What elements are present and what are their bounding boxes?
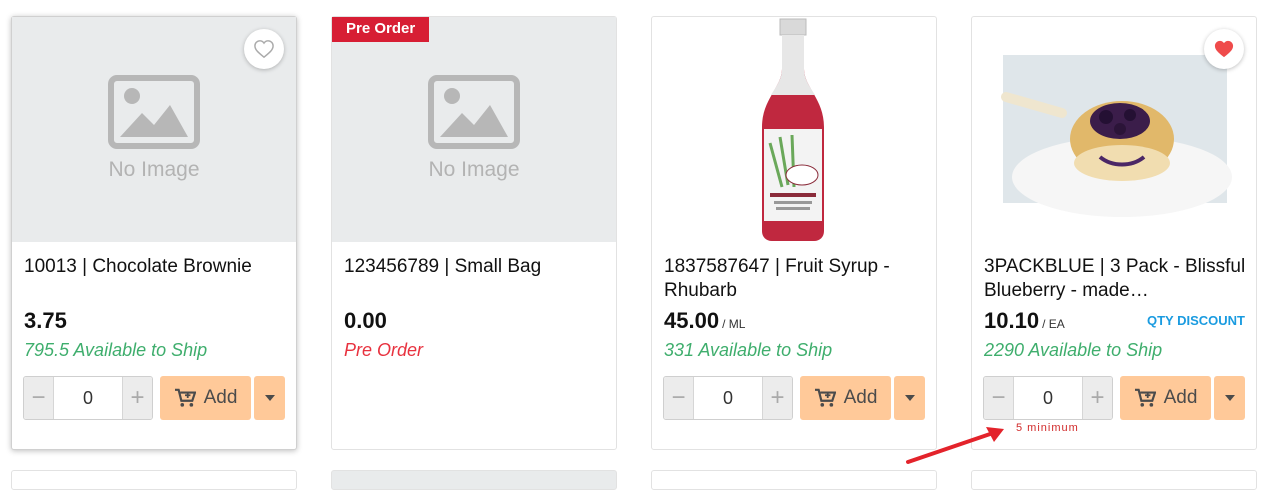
product-title[interactable]: 10013 | Chocolate Brownie: [24, 255, 286, 279]
add-options-dropdown[interactable]: [254, 376, 285, 420]
product-title[interactable]: 123456789 | Small Bag: [344, 255, 606, 279]
quantity-input[interactable]: [693, 377, 763, 419]
caret-down-icon: [1224, 395, 1235, 401]
product-card[interactable]: No Image Pre Order 123456789 | Small Bag…: [331, 16, 617, 450]
quantity-input[interactable]: [1013, 377, 1083, 419]
decrement-button[interactable]: −: [664, 377, 693, 419]
caret-down-icon: [904, 395, 915, 401]
stock-status: 331 Available to Ship: [664, 340, 833, 360]
image-icon: [428, 75, 520, 149]
price-unit: / ML: [722, 317, 746, 331]
no-image-placeholder: No Image: [428, 75, 520, 182]
product-card[interactable]: No Image 10013 | Chocolate Brownie 3.75 …: [11, 16, 297, 450]
add-to-cart-button[interactable]: Add: [160, 376, 251, 420]
product-price: 10.10/ EA: [984, 308, 1065, 333]
price-unit: / EA: [1042, 317, 1065, 331]
increment-button[interactable]: +: [1083, 377, 1112, 419]
add-label: Add: [203, 387, 238, 408]
product-card-next-row[interactable]: [651, 470, 937, 490]
product-price: 45.00/ ML: [664, 308, 746, 333]
stock-status: 2290 Available to Ship: [984, 340, 1163, 360]
quantity-stepper: − +: [983, 376, 1113, 420]
product-title[interactable]: 3PACKBLUE | 3 Pack - Blissful Blueberry …: [984, 255, 1246, 303]
product-card-next-row[interactable]: [11, 470, 297, 490]
stock-status: Pre Order: [344, 340, 424, 360]
no-image-label: No Image: [108, 158, 200, 181]
syrup-bottle-image: [762, 18, 824, 241]
cart-icon: [814, 388, 836, 407]
add-to-cart-button[interactable]: Add: [800, 376, 891, 420]
favorite-button[interactable]: [244, 29, 284, 69]
no-image-label: No Image: [428, 158, 520, 181]
minimum-quantity-hint: 5 minimum: [1016, 422, 1079, 434]
favorite-button[interactable]: [1204, 29, 1244, 69]
add-options-dropdown[interactable]: [1214, 376, 1245, 420]
quantity-stepper: − +: [23, 376, 153, 420]
add-label: Add: [1163, 387, 1198, 408]
increment-button[interactable]: +: [123, 377, 152, 419]
caret-down-icon: [264, 395, 275, 401]
product-image[interactable]: [652, 17, 936, 242]
no-image-placeholder: No Image: [108, 75, 200, 182]
product-image-placeholder[interactable]: No Image: [332, 17, 616, 242]
product-card-next-row[interactable]: [971, 470, 1257, 490]
product-title[interactable]: 1837587647 | Fruit Syrup - Rhubarb: [664, 255, 926, 303]
product-card[interactable]: 3PACKBLUE | 3 Pack - Blissful Blueberry …: [971, 16, 1257, 450]
add-to-cart-controls: − + Add: [23, 376, 285, 420]
product-card-next-row[interactable]: [331, 470, 617, 490]
add-to-cart-controls: − + Add: [983, 376, 1245, 420]
quantity-input[interactable]: [53, 377, 123, 419]
stock-status: 795.5 Available to Ship: [24, 340, 208, 360]
decrement-button[interactable]: −: [984, 377, 1013, 419]
product-price: 3.75: [24, 308, 67, 333]
heart-outline-icon: [254, 40, 274, 59]
annotation-arrow: [906, 427, 1004, 464]
product-price: 0.00: [344, 308, 387, 333]
add-to-cart-controls: − + Add: [663, 376, 925, 420]
heart-filled-icon: [1214, 40, 1234, 58]
quantity-stepper: − +: [663, 376, 793, 420]
qty-discount-link[interactable]: QTY DISCOUNT: [1147, 313, 1245, 328]
cart-icon: [174, 388, 196, 407]
decrement-button[interactable]: −: [24, 377, 53, 419]
add-to-cart-button[interactable]: Add: [1120, 376, 1211, 420]
increment-button[interactable]: +: [763, 377, 792, 419]
add-options-dropdown[interactable]: [894, 376, 925, 420]
cart-icon: [1134, 388, 1156, 407]
image-icon: [108, 75, 200, 149]
add-label: Add: [843, 387, 878, 408]
product-card[interactable]: 1837587647 | Fruit Syrup - Rhubarb 45.00…: [651, 16, 937, 450]
preorder-badge: Pre Order: [332, 17, 430, 42]
